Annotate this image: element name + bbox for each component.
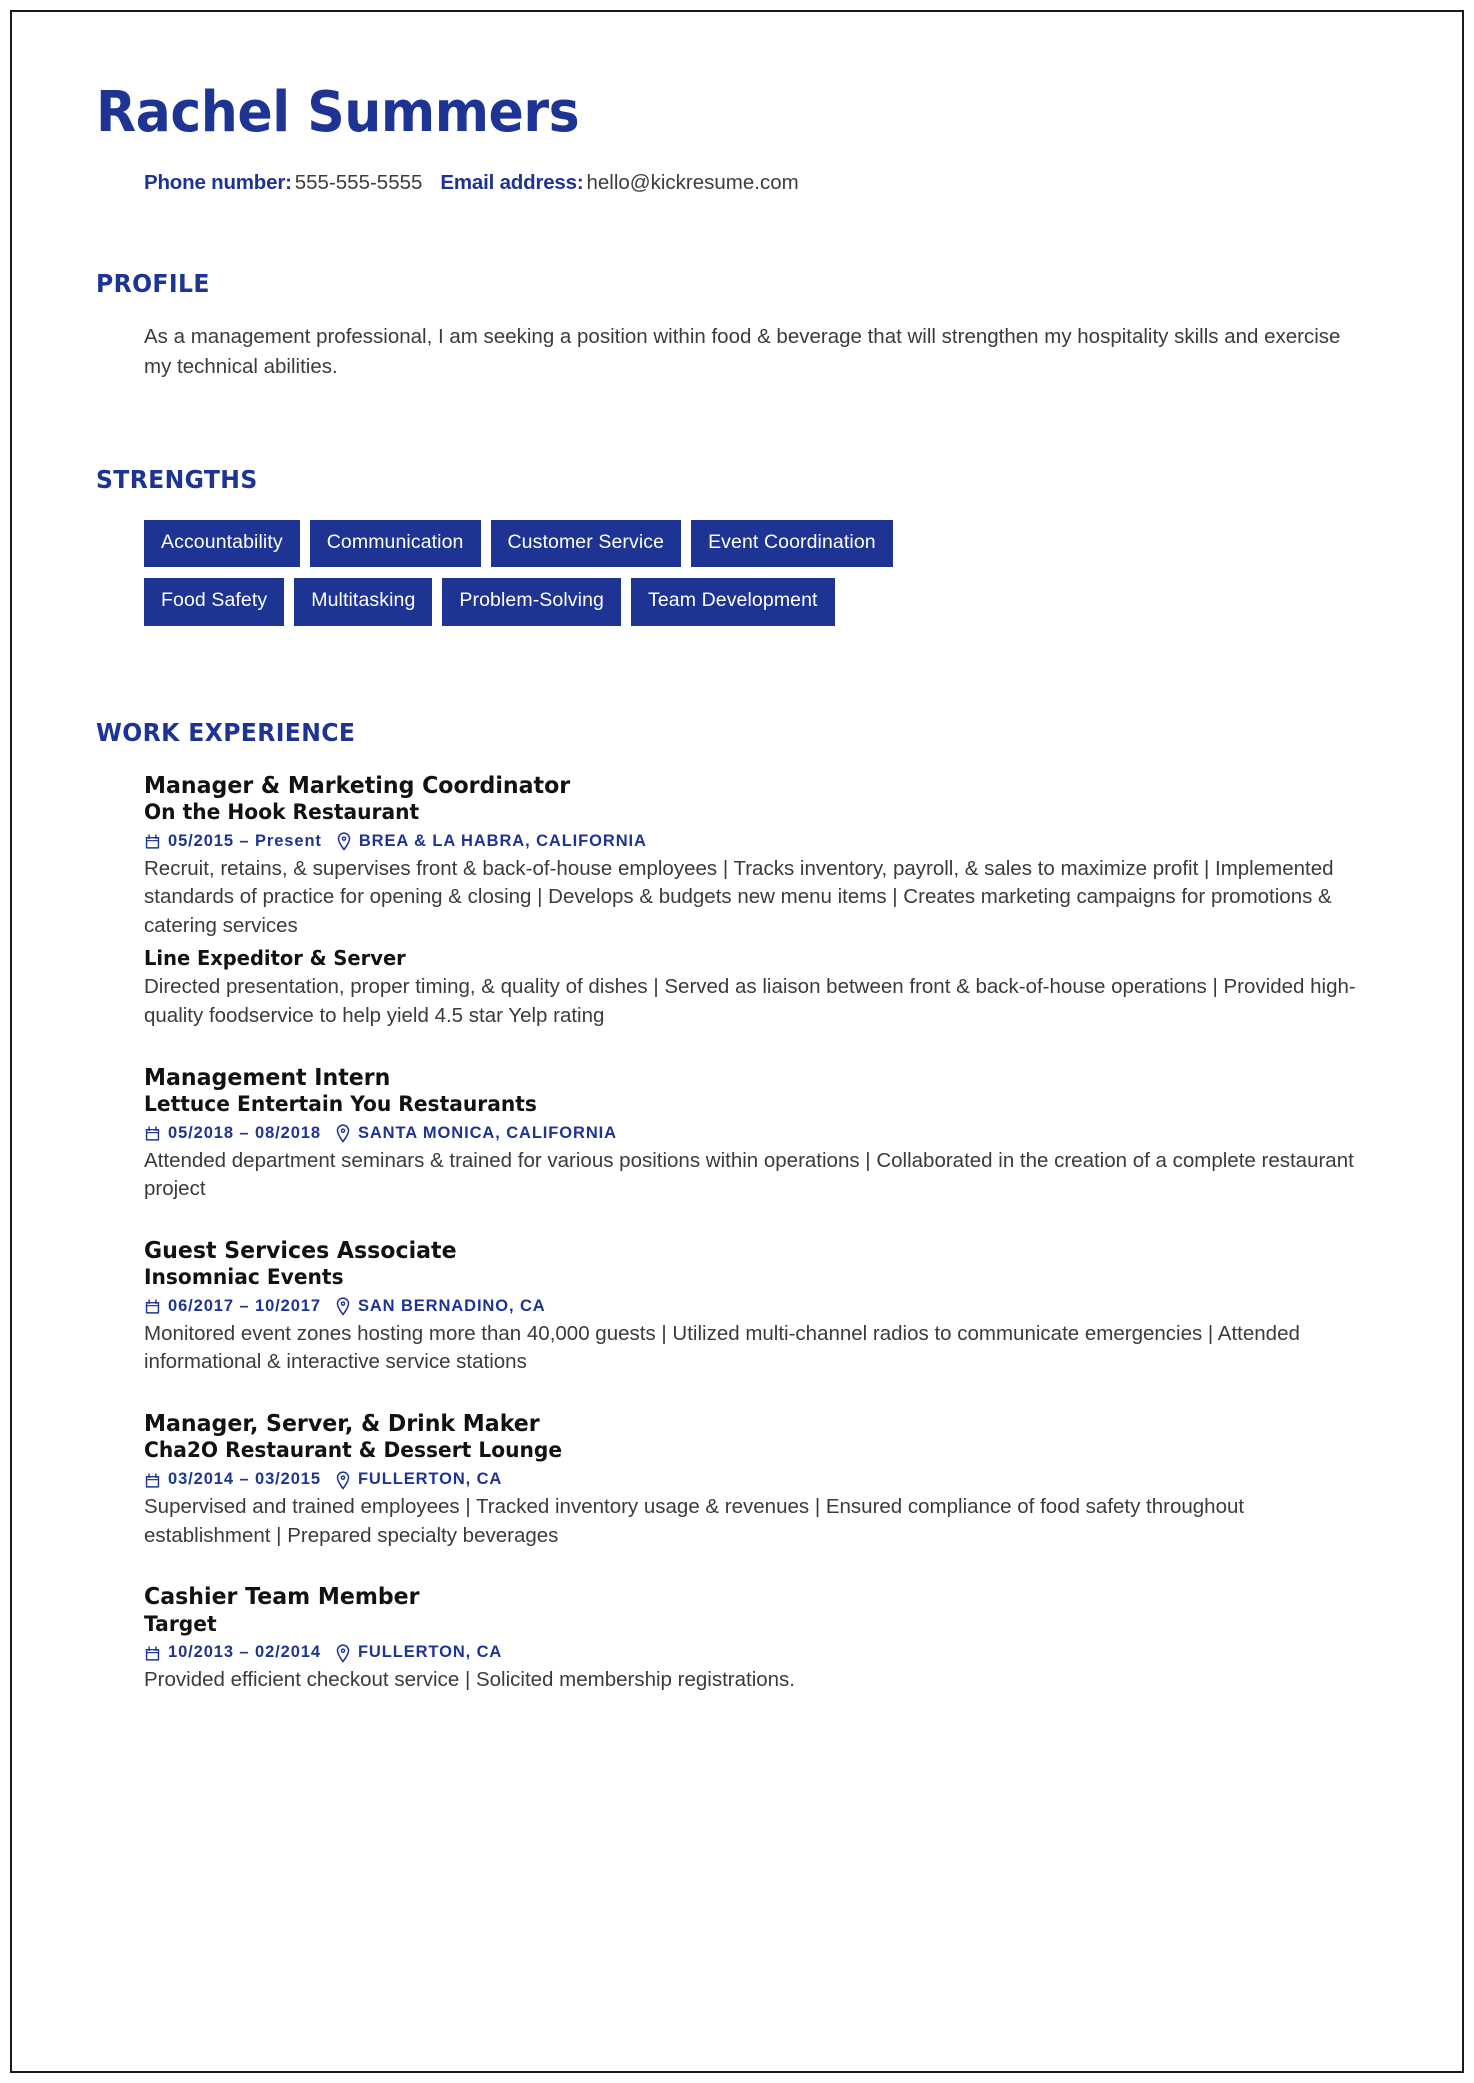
resume-page: Rachel Summers Phone number: 555-555-5555…	[10, 10, 1464, 2073]
email-label: Email address:	[440, 170, 584, 194]
job-description: Recruit, retains, & supervises front & b…	[144, 856, 1334, 937]
job-dates: 03/2014 – 03/2015	[168, 1470, 321, 1489]
calendar-icon	[144, 1125, 161, 1142]
location-pin-icon	[335, 1644, 351, 1663]
strengths-badge-list: Accountability Communication Customer Serv…	[96, 519, 1026, 626]
experience-entry: Management Intern Lettuce Entertain You R…	[144, 1063, 1356, 1204]
strengths-heading: STRENGTHS	[96, 464, 258, 494]
strength-badge: Multitasking	[294, 578, 433, 626]
job-company: Target	[144, 1611, 217, 1637]
job-company: Lettuce Entertain You Restaurants	[144, 1091, 537, 1117]
calendar-icon	[144, 1298, 161, 1315]
job-location: FULLERTON, CA	[357, 1643, 503, 1662]
phone-label: Phone number:	[144, 170, 292, 194]
job-location: BREA & LA HABRA, CALIFORNIA	[358, 831, 647, 850]
contact-line: Phone number: 555-555-5555 Email address: h…	[96, 169, 1378, 198]
experience-heading: WORK EXPERIENCE	[96, 717, 356, 747]
experience-entry: Manager & Marketing Coordinator On the Ho…	[144, 771, 1356, 1031]
strength-badge: Accountability	[144, 519, 300, 568]
experience-entry: Cashier Team Member Target 10/2013 – 02/20…	[144, 1582, 1356, 1695]
strength-badge: Communication	[309, 519, 481, 568]
candidate-name: Rachel Summers	[96, 80, 580, 145]
job-meta: 03/2014 – 03/2015 FULLERTON, CA	[144, 1470, 1356, 1490]
job-title: Guest Services Associate	[144, 1235, 457, 1264]
strengths-section: STRENGTHS Accountability Communication Cus…	[96, 465, 1378, 626]
job-company: Cha2O Restaurant & Dessert Lounge	[144, 1438, 563, 1464]
job-description: Monitored event zones hosting more than …	[144, 1321, 1300, 1374]
job-location: SAN BERNADINO, CA	[357, 1296, 546, 1315]
strength-badge: Food Safety	[144, 578, 285, 626]
resume-content: Rachel Summers Phone number: 555-555-5555…	[12, 12, 1462, 1695]
job-sub-description: Directed presentation, proper timing, & …	[144, 975, 1356, 1027]
profile-section: PROFILE As a management professional, I …	[96, 269, 1378, 380]
job-meta: 06/2017 – 10/2017 SAN BERNADINO, CA	[144, 1297, 1356, 1317]
experience-section: WORK EXPERIENCE Manager & Marketing Coor…	[96, 718, 1378, 1695]
strength-badge: Problem-Solving	[442, 578, 621, 626]
job-meta: 10/2013 – 02/2014 FULLERTON, CA	[144, 1643, 1356, 1663]
job-company: On the Hook Restaurant	[144, 799, 420, 825]
strength-badge: Team Development	[630, 578, 835, 626]
profile-text: As a management professional, I am seeki…	[144, 325, 1341, 378]
job-dates: 05/2018 – 08/2018	[168, 1123, 321, 1142]
profile-heading: PROFILE	[96, 269, 210, 299]
job-description: Attended department seminars & trained f…	[144, 1148, 1354, 1201]
phone-value: 555-555-5555	[294, 170, 423, 194]
job-description: Supervised and trained employees | Track…	[144, 1494, 1245, 1547]
location-pin-icon	[336, 832, 352, 851]
job-location: FULLERTON, CA	[357, 1470, 503, 1489]
job-meta: 05/2015 – Present BREA & LA HABRA, CALIFO…	[144, 832, 1356, 852]
resume-header: Rachel Summers Phone number: 555-555-5555…	[96, 80, 1378, 198]
job-location: SANTA MONICA, CALIFORNIA	[357, 1123, 617, 1142]
job-title: Manager & Marketing Coordinator	[144, 770, 571, 799]
job-title: Cashier Team Member	[144, 1582, 420, 1611]
location-pin-icon	[335, 1470, 351, 1490]
experience-entry: Manager, Server, & Drink Maker Cha2O Rest…	[144, 1409, 1356, 1550]
location-pin-icon	[335, 1124, 351, 1143]
email-value: hello@kickresume.com	[586, 170, 799, 194]
experience-entry: Guest Services Associate Insomniac Events…	[144, 1236, 1356, 1377]
calendar-icon	[144, 1472, 161, 1489]
job-title: Management Intern	[144, 1062, 391, 1091]
strength-badge: Event Coordination	[691, 519, 893, 568]
strength-badge: Customer Service	[490, 519, 682, 568]
calendar-icon	[144, 833, 161, 850]
location-pin-icon	[335, 1297, 351, 1317]
job-dates: 06/2017 – 10/2017	[168, 1296, 321, 1315]
job-dates: 10/2013 – 02/2014	[168, 1643, 321, 1662]
job-meta: 05/2018 – 08/2018 SANTA MONICA, CALIFORNI…	[144, 1124, 1356, 1144]
calendar-icon	[144, 1645, 161, 1662]
job-dates: 05/2015 – Present	[168, 831, 322, 850]
job-description: Provided efficient checkout service | So…	[144, 1668, 795, 1692]
job-company: Insomniac Events	[144, 1265, 344, 1291]
job-title: Manager, Server, & Drink Maker	[144, 1409, 540, 1438]
job-sub-title: Line Expeditor & Server	[144, 945, 406, 970]
experience-job-list: Manager & Marketing Coordinator On the Ho…	[96, 771, 1378, 1695]
